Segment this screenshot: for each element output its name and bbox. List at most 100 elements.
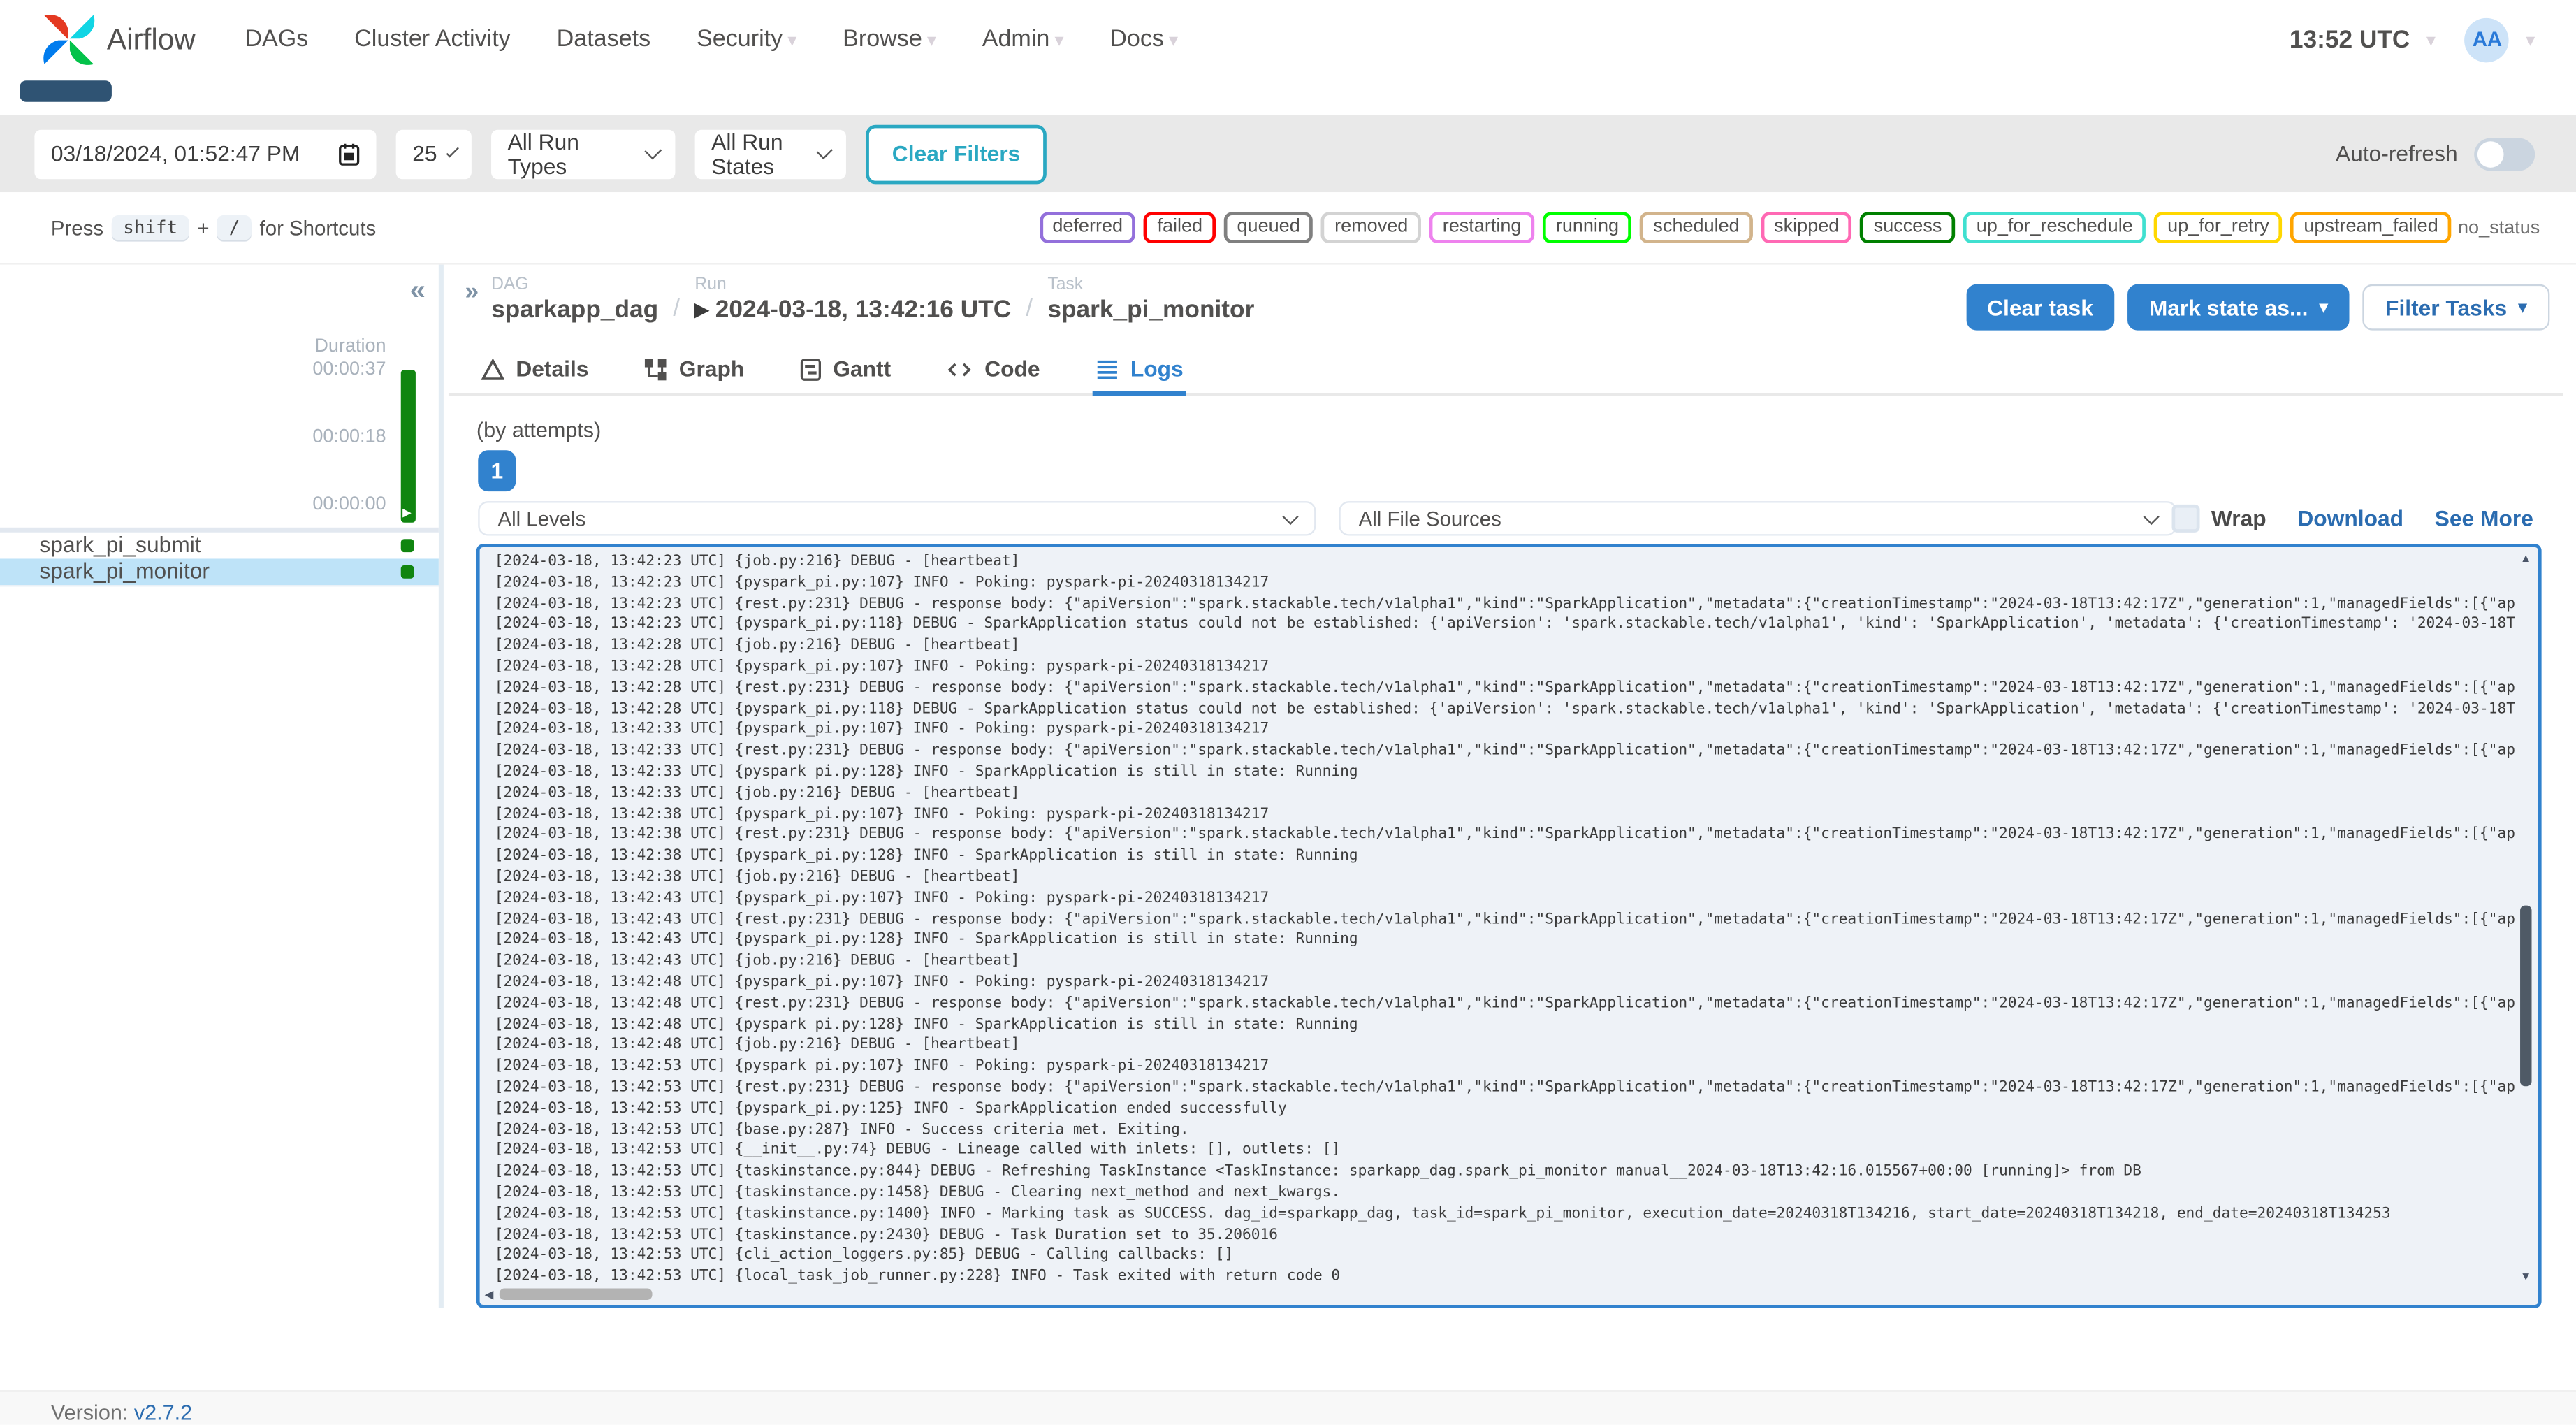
chevron-down-icon — [817, 142, 834, 159]
expand-panel-icon[interactable]: » — [465, 277, 479, 305]
log-line: [2024-03-18, 13:42:28 UTC] {job.py:216} … — [494, 637, 1020, 655]
task-row-spark-pi-monitor[interactable]: spark_pi_monitor — [0, 558, 439, 586]
mark-state-as-button[interactable]: Mark state as... ▾ — [2127, 284, 2350, 331]
vertical-scrollbar[interactable]: ▲ ▼ — [2517, 551, 2535, 1283]
dag-link[interactable]: sparkapp_dag — [491, 296, 658, 324]
status-badge[interactable]: restarting — [1429, 212, 1535, 244]
nav-item[interactable]: Docs ▾ — [1109, 27, 1178, 53]
log-line: [2024-03-18, 13:42:23 UTC] {pyspark_pi.p… — [494, 616, 2515, 634]
log-line: [2024-03-18, 13:42:43 UTC] {pyspark_pi.p… — [494, 932, 1358, 949]
log-line: [2024-03-18, 13:42:28 UTC] {pyspark_pi.p… — [494, 701, 2515, 718]
status-badge[interactable]: queued — [1223, 212, 1314, 244]
breadcrumb: DAG sparkapp_dag / Run ▶ 2024-03-18, 13:… — [491, 275, 1254, 324]
status-badge[interactable]: deferred — [1039, 212, 1136, 244]
log-line: [2024-03-18, 13:42:33 UTC] {rest.py:231}… — [494, 743, 2515, 760]
chevron-down-icon — [446, 144, 459, 157]
airflow-logo[interactable]: Airflow — [41, 11, 196, 67]
avatar[interactable]: AA — [2465, 17, 2510, 62]
breadcrumb-run: Run ▶ 2024-03-18, 13:42:16 UTC — [694, 274, 1012, 324]
status-badge[interactable]: success — [1860, 212, 1956, 244]
base-date-input[interactable]: 03/18/2024, 01:52:47 PM — [34, 129, 377, 179]
auto-refresh-toggle[interactable] — [2474, 137, 2535, 171]
chevron-down-icon — [1282, 507, 1299, 524]
vertical-scroll-thumb[interactable] — [2520, 905, 2532, 1087]
nav-item[interactable]: DAGs ▾ — [245, 27, 308, 53]
nav-item[interactable]: Datasets ▾ — [557, 27, 651, 53]
file-sources-select[interactable]: All File Sources — [1339, 501, 2177, 536]
chevron-down-icon: ▾ — [787, 30, 797, 50]
chevron-down-icon — [2143, 507, 2160, 524]
task-row-spark-pi-submit[interactable]: spark_pi_submit — [0, 532, 439, 560]
page-size-select[interactable]: 25 — [395, 129, 472, 179]
detail-panel: » DAG sparkapp_dag / Run ▶ 2024-03-18, 1… — [448, 265, 2576, 1391]
chevron-down-icon: ▾ — [1054, 30, 1064, 50]
scroll-left-icon[interactable]: ◀ — [485, 1288, 494, 1301]
task-link[interactable]: spark_pi_monitor — [1047, 296, 1254, 324]
run-link[interactable]: ▶ 2024-03-18, 13:42:16 UTC — [694, 296, 1011, 324]
chevron-down-icon: ▾ — [2526, 30, 2535, 50]
status-badge[interactable]: skipped — [1761, 212, 1853, 244]
log-line: [2024-03-18, 13:42:43 UTC] {rest.py:231}… — [494, 911, 2515, 928]
task-instance-square[interactable] — [400, 538, 414, 552]
run-types-select[interactable]: All Run Types — [491, 129, 676, 179]
run-type-icon: ▶ — [694, 301, 709, 321]
chevron-down-icon: ▾ — [2518, 298, 2527, 317]
log-panel: [2024-03-18, 13:42:23 UTC] {job.py:216} … — [476, 544, 2542, 1308]
tab-gantt[interactable]: Gantt — [797, 347, 894, 396]
nav-item[interactable]: Browse ▾ — [843, 27, 936, 53]
status-badge[interactable]: upstream_failed — [2290, 212, 2452, 244]
run-states-select[interactable]: All Run States — [694, 129, 846, 179]
status-badge[interactable]: running — [1543, 212, 1632, 244]
footer: Version: v2.7.2 — [0, 1390, 2576, 1425]
wrap-checkbox[interactable] — [2171, 504, 2200, 533]
status-legend: deferred failed queued removed restarting run… — [1039, 212, 2452, 244]
gantt-icon — [800, 358, 822, 380]
clear-filters-button[interactable]: Clear Filters — [866, 124, 1047, 184]
nav-item[interactable]: Cluster Activity ▾ — [354, 27, 511, 53]
nav-item[interactable]: Admin ▾ — [982, 27, 1064, 53]
log-line: [2024-03-18, 13:42:33 UTC] {pyspark_pi.p… — [494, 764, 1358, 781]
see-more-link[interactable]: See More — [2435, 506, 2533, 530]
horizontal-scroll-thumb[interactable] — [499, 1288, 653, 1300]
log-levels-select[interactable]: All Levels — [478, 501, 1316, 536]
scroll-up-icon[interactable]: ▲ — [2520, 554, 2531, 565]
chevron-down-icon — [643, 141, 662, 159]
filter-bar: 03/18/2024, 01:52:47 PM 25 All Run Types… — [0, 115, 2576, 193]
utc-clock[interactable]: 13:52 UTC — [2290, 25, 2410, 53]
shift-key: shift — [111, 215, 189, 240]
status-badge[interactable]: scheduled — [1640, 212, 1753, 244]
status-badge[interactable]: up_for_reschedule — [1963, 212, 2146, 244]
filter-tasks-button[interactable]: Filter Tasks ▾ — [2362, 284, 2550, 331]
tab-code[interactable]: Code — [943, 347, 1043, 396]
chevron-down-icon: ▾ — [2426, 30, 2436, 50]
toggle-knob — [2477, 140, 2504, 167]
log-line: [2024-03-18, 13:42:23 UTC] {rest.py:231}… — [494, 595, 2515, 613]
horizontal-scrollbar[interactable]: ◀ — [485, 1287, 2515, 1301]
clear-task-button[interactable]: Clear task — [1965, 284, 2115, 331]
duration-axis-label: Duration — [314, 337, 386, 357]
tab-graph[interactable]: Graph — [641, 347, 748, 396]
status-badge[interactable]: failed — [1144, 212, 1216, 244]
log-line: [2024-03-18, 13:42:28 UTC] {rest.py:231}… — [494, 679, 2515, 697]
scroll-down-icon[interactable]: ▼ — [2520, 1272, 2531, 1283]
status-badge[interactable]: removed — [1321, 212, 1422, 244]
nav-item[interactable]: Security ▾ — [697, 27, 796, 53]
task-actions: Clear task Mark state as... ▾ Filter Tas… — [1965, 284, 2550, 331]
status-badge[interactable]: up_for_retry — [2154, 212, 2283, 244]
collapse-sidebar-icon[interactable]: « — [410, 275, 425, 308]
version-link[interactable]: v2.7.2 — [134, 1400, 192, 1424]
tab-logs[interactable]: Logs — [1092, 347, 1187, 396]
wrap-control[interactable]: Wrap — [2171, 504, 2266, 533]
task-instance-square[interactable] — [400, 565, 414, 579]
log-line: [2024-03-18, 13:42:53 UTC] {local_task_j… — [494, 1268, 1341, 1285]
grid-button-remnant[interactable] — [20, 80, 112, 102]
attempt-1-button[interactable]: 1 — [478, 450, 516, 492]
dag-run-duration-bar[interactable]: ▶ — [400, 370, 416, 523]
download-link[interactable]: Download — [2297, 506, 2403, 530]
legend-row: Press shift + / for Shortcuts deferred fa… — [0, 192, 2576, 263]
log-line: [2024-03-18, 13:42:38 UTC] {pyspark_pi.p… — [494, 848, 1358, 865]
log-line: [2024-03-18, 13:42:53 UTC] {taskinstance… — [494, 1164, 2141, 1180]
tab-details[interactable]: Details — [478, 347, 592, 396]
no-status-label[interactable]: no_status — [2458, 218, 2540, 238]
log-line: [2024-03-18, 13:42:53 UTC] {taskinstance… — [494, 1227, 1278, 1243]
